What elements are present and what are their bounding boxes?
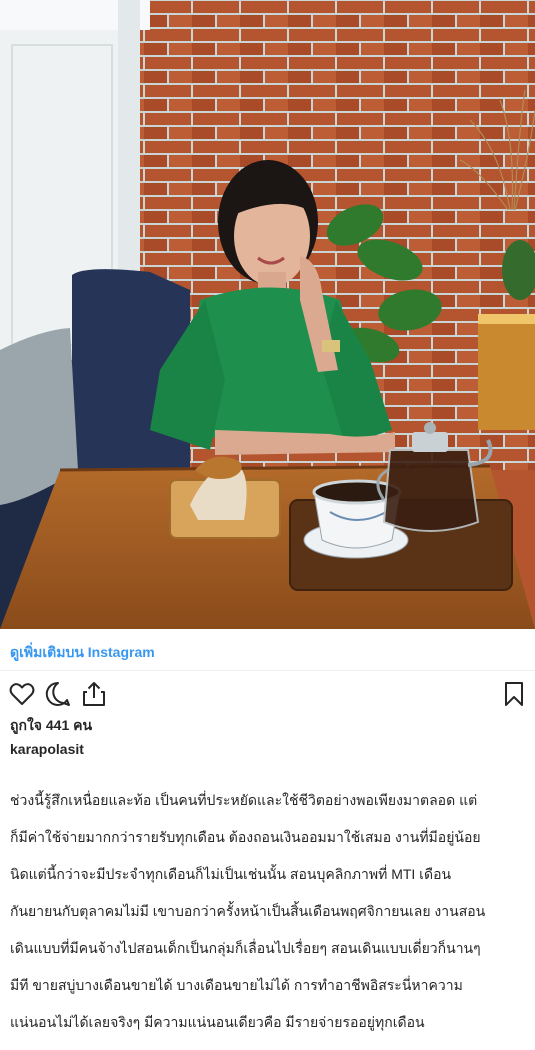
action-bar <box>8 680 528 708</box>
caption-line: แน่นอนไม่ได้เลยจริงๆ มีความแน่นอนเดียวคื… <box>10 1013 425 1030</box>
divider <box>0 670 535 671</box>
share-icon[interactable] <box>80 680 108 708</box>
caption-line: มีที ขายสบู่บางเดือนขายได้ บางเดือนขายไม… <box>10 976 463 993</box>
post-caption: ช่วงนี้รู้สึกเหนื่อยและท้อ เป็นคนที่ประห… <box>10 772 528 1050</box>
post-photo[interactable] <box>0 0 535 629</box>
caption-line: ก็มีค่าใช้จ่ายมากกว่ารายรับทุกเดือน ต้อง… <box>10 828 481 845</box>
caption-line: ช่วงนี้รู้สึกเหนื่อยและท้อ เป็นคนที่ประห… <box>10 791 478 808</box>
bookmark-icon[interactable] <box>500 680 528 708</box>
post-photo-illustration <box>0 0 535 629</box>
caption-line: นิดแต่นี้กว่าจะมีประจำทุกเดือนก็ไม่เป็นเ… <box>10 865 452 882</box>
likes-count[interactable]: ถูกใจ 441 คน <box>10 715 92 737</box>
post-username[interactable]: karapolasit <box>10 741 84 757</box>
view-more-instagram-link[interactable]: ดูเพิ่มเติมบน Instagram <box>10 642 155 664</box>
caption-line: กันยายนกับตุลาคมไม่มี เขาบอกว่าครั้งหน้า… <box>10 902 486 919</box>
caption-line: เดินแบบที่มีคนจ้างไปสอนเด็กเป็นกลุ่มก็เล… <box>10 939 481 956</box>
heart-icon[interactable] <box>8 680 36 708</box>
comment-icon[interactable] <box>44 680 72 708</box>
